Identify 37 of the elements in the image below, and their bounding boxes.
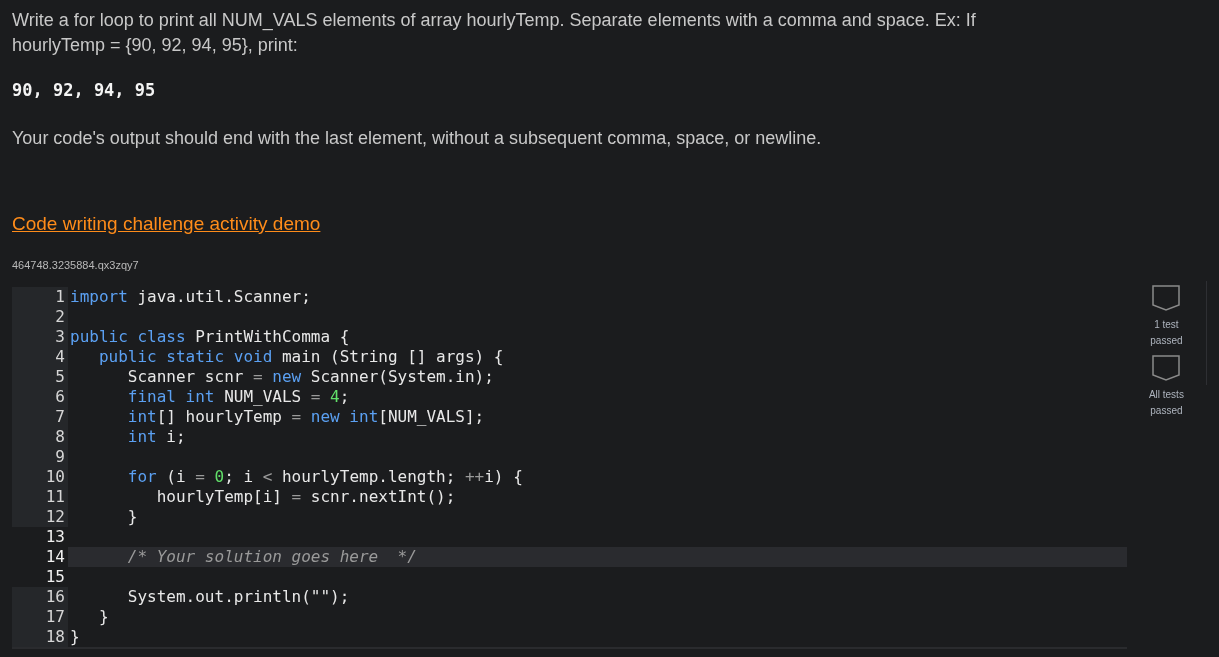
line-number: 11 <box>12 487 68 507</box>
code-line: System.out.println(""); <box>126 587 350 607</box>
activity-id: 464748.3235884.qx3zqy7 <box>12 259 139 271</box>
line-number: 16 <box>12 587 68 607</box>
code-line: int i; <box>126 427 186 447</box>
line-number: 14 <box>12 547 68 567</box>
line-number: 4 <box>12 347 68 367</box>
test-label: 1 test passed <box>1149 318 1184 348</box>
line-number: 3 <box>12 327 68 347</box>
code-line: } <box>126 507 138 527</box>
code-line: } <box>69 627 80 647</box>
code-line: for (i = 0; i < hourlyTemp.length; ++i) { <box>126 467 523 487</box>
line-number: 1 <box>12 287 68 307</box>
demo-link[interactable]: Code writing challenge activity demo <box>12 213 321 235</box>
instruction-text: Write a for loop to print all NUM_VALS elements of array hourlyTemp. Separate elements with a comma and space. Ex: If hourlyTemp = {90, 92, 94, 95}, print: <box>12 9 977 57</box>
line-number: 18 <box>12 627 68 647</box>
line-number: 6 <box>12 387 68 407</box>
code-line: public class PrintWithComma { <box>69 327 350 347</box>
code-line: final int NUM_VALS = 4; <box>126 387 350 407</box>
code-line: public static void main (String [] args) { <box>97 347 504 367</box>
code-line: Scanner scnr = new Scanner(System.in); <box>126 367 494 387</box>
note-text: Your code's output should end with the last element, without a subsequent comma, space, or newline. <box>12 127 823 150</box>
line-number: 8 <box>12 427 68 447</box>
example-output: 90, 92, 94, 95 <box>12 80 157 100</box>
line-number: 2 <box>12 307 68 327</box>
line-number: 7 <box>12 407 68 427</box>
code-line: import java.util.Scanner; <box>69 287 311 307</box>
code-line: hourlyTemp[i] = scnr.nextInt(); <box>155 487 456 507</box>
line-number: 12 <box>12 507 68 527</box>
code-line: } <box>97 607 109 627</box>
line-number: 10 <box>12 467 68 487</box>
code-line: int[] hourlyTemp = new int[NUM_VALS]; <box>126 407 485 427</box>
line-number: 9 <box>12 447 68 467</box>
line-number: 5 <box>12 367 68 387</box>
test-label: All tests passed <box>1147 388 1185 418</box>
code-line: /* Your solution goes here */ <box>126 547 417 567</box>
line-number: 17 <box>12 607 68 627</box>
